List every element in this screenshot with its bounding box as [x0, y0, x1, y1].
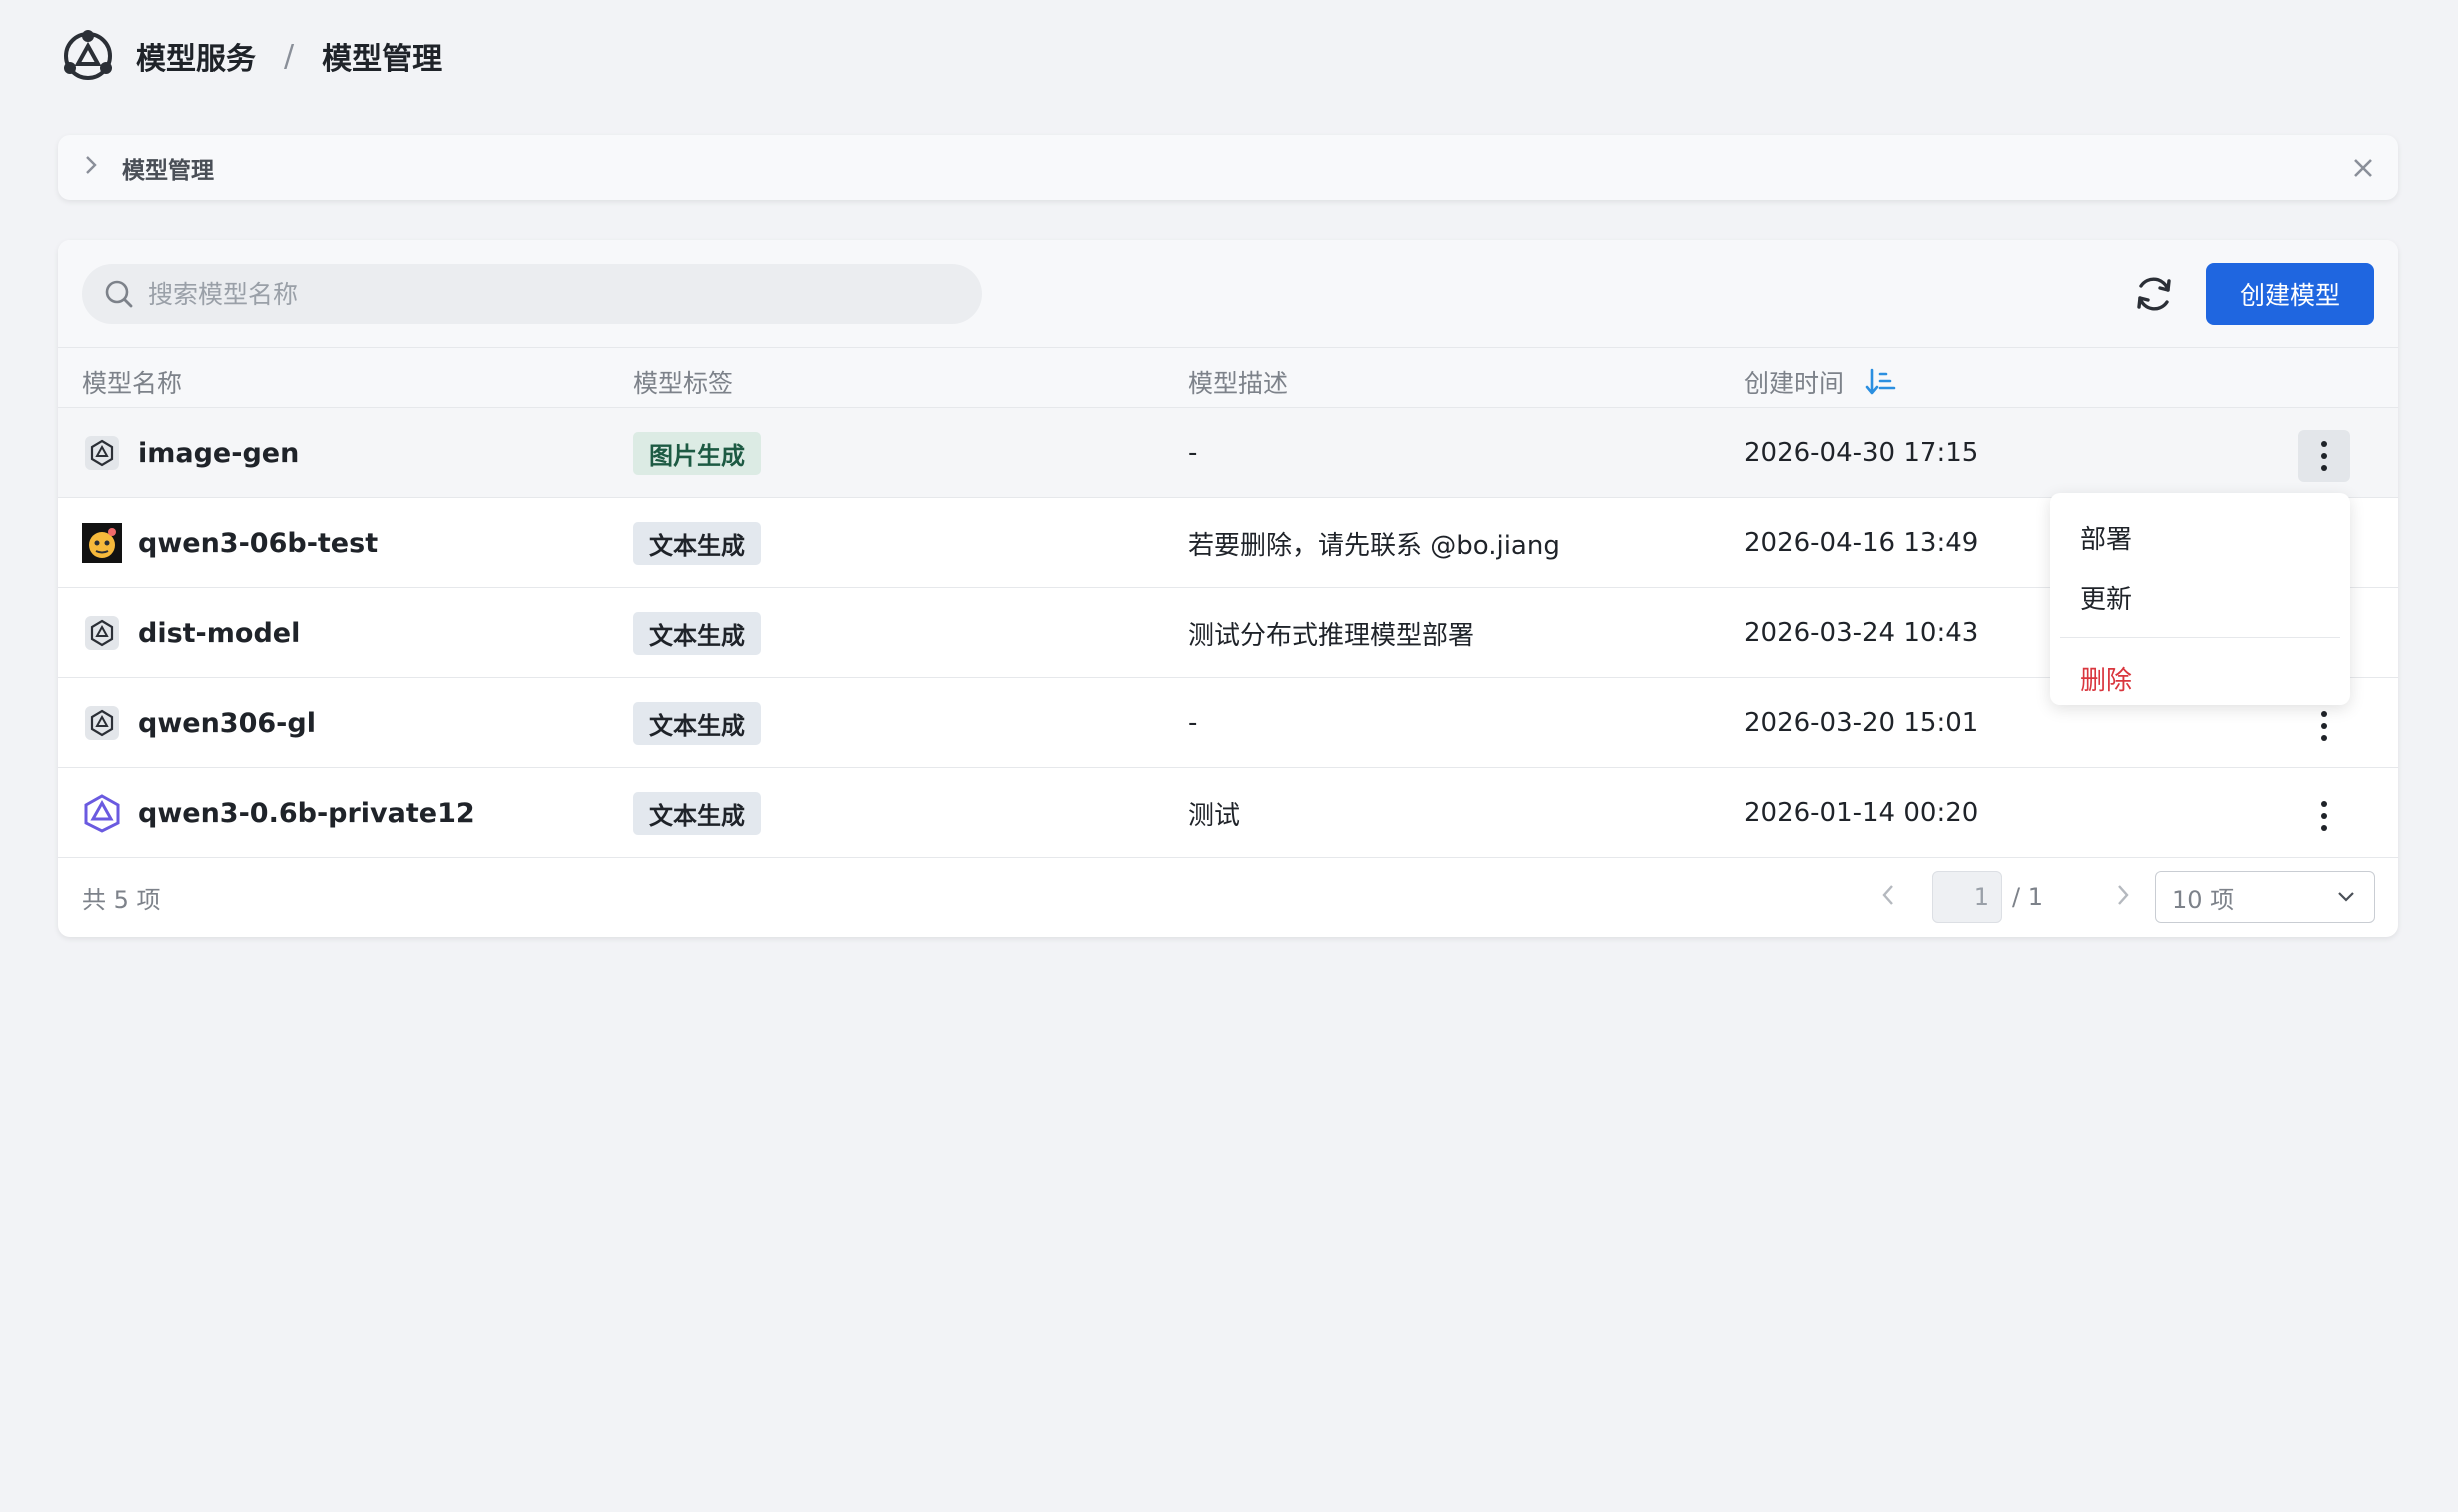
app-logo-icon — [64, 30, 112, 80]
menu-divider — [2060, 637, 2340, 638]
model-hex-icon — [82, 613, 122, 653]
model-hex-icon — [82, 433, 122, 473]
header-desc: 模型描述 — [1188, 369, 1289, 398]
created-time: 2026-04-30 17:15 — [1744, 438, 1979, 468]
menu-item-update[interactable]: 更新 — [2050, 567, 2350, 627]
table-header: 模型名称 模型标签 模型描述 创建时间 — [58, 348, 2398, 408]
sort-descending-icon[interactable] — [1864, 366, 1896, 398]
breadcrumb-service[interactable]: 模型服务 — [136, 34, 256, 78]
model-name-cell: qwen3-06b-test — [82, 498, 378, 588]
notice-bar[interactable]: 模型管理 — [58, 135, 2398, 200]
model-tag-cell: 文本生成 — [633, 678, 761, 768]
menu-item-delete[interactable]: 删除 — [2050, 648, 2350, 708]
header-name: 模型名称 — [82, 369, 183, 398]
page-size-value: 10 项 — [2172, 885, 2235, 914]
chevron-left-icon[interactable] — [1868, 880, 1908, 915]
table-row[interactable]: dist-model 文本生成 测试分布式推理模型部署 2026-03-24 1… — [58, 588, 2398, 678]
table-toolbar: 创建模型 — [58, 240, 2398, 348]
model-desc: 测试 — [1188, 800, 1241, 831]
page-size-select[interactable]: 10 项 — [2155, 871, 2375, 923]
model-name[interactable]: qwen3-0.6b-private12 — [138, 798, 475, 829]
menu-item-deploy[interactable]: 部署 — [2050, 507, 2350, 567]
created-time: 2026-03-24 10:43 — [1744, 618, 1979, 648]
header-time[interactable]: 创建时间 — [1744, 364, 1896, 400]
model-name[interactable]: qwen306-gl — [138, 708, 316, 739]
created-time: 2026-04-16 13:49 — [1744, 528, 1979, 558]
breadcrumb-separator: / — [284, 38, 295, 74]
table-footer: 共 5 项 1 / 1 10 项 — [58, 858, 2398, 933]
pagination: 1 / 1 — [1868, 871, 2143, 923]
model-desc: 测试分布式推理模型部署 — [1188, 620, 1475, 651]
model-name-cell: qwen3-0.6b-private12 — [82, 768, 475, 858]
tag-badge: 文本生成 — [633, 521, 761, 565]
page-number-input[interactable]: 1 — [1932, 871, 2002, 923]
created-time: 2026-01-14 00:20 — [1744, 798, 1979, 828]
page-total: / 1 — [2012, 883, 2043, 911]
refresh-icon[interactable] — [2132, 272, 2176, 316]
more-vertical-icon — [2321, 441, 2327, 471]
model-name-cell: image-gen — [82, 408, 299, 498]
qwen-logo-icon — [82, 793, 122, 833]
model-name[interactable]: dist-model — [138, 618, 300, 649]
created-time: 2026-03-20 15:01 — [1744, 708, 1979, 738]
table-row[interactable]: qwen3-06b-test 文本生成 若要删除，请先联系 @bo.jiang … — [58, 498, 2398, 588]
close-icon[interactable] — [2352, 149, 2374, 187]
more-vertical-icon — [2321, 801, 2327, 831]
tag-badge: 文本生成 — [633, 791, 761, 835]
model-desc: - — [1188, 438, 1198, 468]
row-more-button[interactable] — [2298, 430, 2350, 482]
page-header: 模型服务 / 模型管理 — [60, 26, 442, 86]
table-row[interactable]: qwen306-gl 文本生成 - 2026-03-20 15:01 — [58, 678, 2398, 768]
model-hex-icon — [82, 703, 122, 743]
model-desc: - — [1188, 708, 1198, 738]
model-name-cell: qwen306-gl — [82, 678, 316, 768]
model-tag-cell: 文本生成 — [633, 498, 761, 588]
header-tag: 模型标签 — [633, 369, 734, 398]
tag-badge: 图片生成 — [633, 431, 761, 475]
row-action-menu: 部署 更新 删除 — [2050, 493, 2350, 705]
breadcrumb-current: 模型管理 — [322, 42, 443, 77]
model-tag-cell: 文本生成 — [633, 588, 761, 678]
search-input[interactable] — [148, 279, 948, 309]
chevron-down-icon — [2338, 892, 2354, 902]
tag-badge: 文本生成 — [633, 701, 761, 745]
table-row[interactable]: qwen3-0.6b-private12 文本生成 测试 2026-01-14 … — [58, 768, 2398, 858]
chevron-right-icon[interactable] — [2103, 880, 2143, 915]
model-desc: 若要删除，请先联系 @bo.jiang — [1188, 530, 1560, 561]
model-name[interactable]: image-gen — [138, 438, 299, 469]
table-row[interactable]: image-gen 图片生成 - 2026-04-30 17:15 — [58, 408, 2398, 498]
model-tag-cell: 图片生成 — [633, 408, 761, 498]
model-tag-cell: 文本生成 — [633, 768, 761, 858]
notice-title: 模型管理 — [122, 157, 214, 184]
model-name[interactable]: qwen3-06b-test — [138, 528, 378, 559]
tag-badge: 文本生成 — [633, 611, 761, 655]
total-count: 共 5 项 — [82, 886, 161, 914]
search-icon — [105, 280, 133, 308]
emoji-avatar-icon — [82, 523, 122, 563]
create-model-button[interactable]: 创建模型 — [2206, 263, 2374, 325]
header-time-label: 创建时间 — [1744, 369, 1845, 398]
model-table-panel: 创建模型 模型名称 模型标签 模型描述 创建时间 image-gen 图片生成 … — [58, 240, 2398, 937]
search-box[interactable] — [82, 264, 982, 324]
chevron-right-icon[interactable] — [82, 153, 100, 183]
model-name-cell: dist-model — [82, 588, 300, 678]
row-more-button[interactable] — [2298, 790, 2350, 842]
more-vertical-icon — [2321, 711, 2327, 741]
